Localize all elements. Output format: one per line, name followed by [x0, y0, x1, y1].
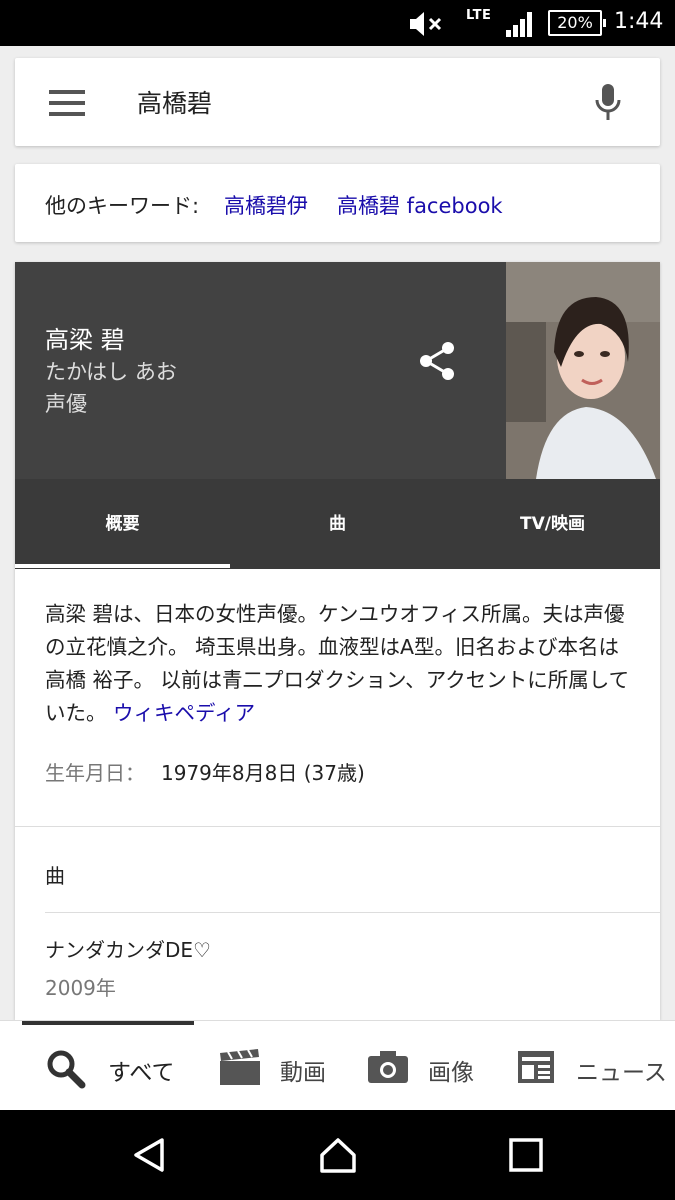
- tab-overview[interactable]: 概要: [15, 479, 230, 569]
- menu-icon[interactable]: [49, 90, 85, 116]
- related-keywords: 他のキーワード: 高橋碧伊 高橋碧 facebook: [15, 164, 660, 242]
- clock: 1:44: [614, 9, 664, 34]
- entity-name: 高梁 碧: [45, 326, 125, 354]
- battery-icon: 20%: [548, 10, 606, 36]
- entity-description: 高梁 碧は、日本の女性声優。ケンユウオフィス所属。夫は声優の立花慎之介。 埼玉県…: [45, 598, 635, 730]
- tab-label: ニュース: [576, 1060, 667, 1086]
- tab-label: 動画: [280, 1060, 326, 1086]
- tab-label: すべて: [108, 1060, 175, 1086]
- divider: [45, 912, 660, 913]
- home-icon[interactable]: [318, 1135, 358, 1175]
- tab-news[interactable]: ニュース: [516, 1045, 675, 1089]
- wikipedia-link[interactable]: ウィキペディア: [113, 701, 255, 725]
- tab-video[interactable]: 動画: [218, 1045, 338, 1089]
- tab-tv-movies[interactable]: TV/映画: [445, 479, 660, 569]
- tab-songs[interactable]: 曲: [230, 479, 445, 569]
- back-icon[interactable]: [130, 1135, 170, 1175]
- active-tab-indicator: [22, 1021, 194, 1025]
- birth-label: 生年月日：: [45, 761, 145, 785]
- tab-indicator: [15, 564, 230, 568]
- tab-images[interactable]: 画像: [366, 1045, 496, 1089]
- camera-icon: [368, 1051, 408, 1083]
- tab-all[interactable]: すべて: [44, 1045, 194, 1089]
- news-icon: [518, 1051, 554, 1083]
- kp-header: 高梁 碧 たかはし あお 声優: [15, 262, 660, 479]
- related-label: 他のキーワード:: [45, 194, 200, 218]
- divider: [15, 826, 660, 827]
- search-icon: [47, 1050, 86, 1089]
- song-year: 2009年: [45, 976, 116, 1000]
- video-icon: [220, 1049, 260, 1085]
- kp-tab-bar: 概要 曲 TV/映画: [15, 479, 660, 569]
- tab-label: 画像: [428, 1060, 474, 1086]
- songs-heading: 曲: [45, 864, 65, 888]
- related-link[interactable]: 高橋碧伊: [224, 190, 308, 220]
- network-type: LTE: [466, 8, 492, 23]
- search-bar: 高橋碧: [15, 58, 660, 146]
- search-type-tabs: すべて 動画 画像 ニュース: [0, 1020, 675, 1110]
- knowledge-panel: 高梁 碧 たかはし あお 声優 概要 曲 TV/映画 高梁 碧は、日本の女性声優…: [15, 262, 660, 1020]
- birth-value: 1979年8月8日 (37歳): [161, 761, 365, 785]
- song-title[interactable]: ナンダカンダDE♡: [45, 934, 211, 963]
- mute-icon: [410, 12, 442, 36]
- status-bar: LTE 20% 1:44: [0, 0, 675, 46]
- mic-icon[interactable]: [593, 82, 623, 122]
- search-input[interactable]: 高橋碧: [137, 84, 212, 120]
- share-icon[interactable]: [417, 340, 457, 382]
- navigation-bar: [0, 1110, 675, 1200]
- related-link[interactable]: 高橋碧 facebook: [337, 190, 503, 220]
- entity-role: 声優: [45, 392, 87, 416]
- recents-icon[interactable]: [506, 1135, 546, 1175]
- entity-reading: たかはし あお: [45, 360, 177, 384]
- entity-photo[interactable]: [506, 262, 660, 479]
- signal-icon: [506, 12, 532, 37]
